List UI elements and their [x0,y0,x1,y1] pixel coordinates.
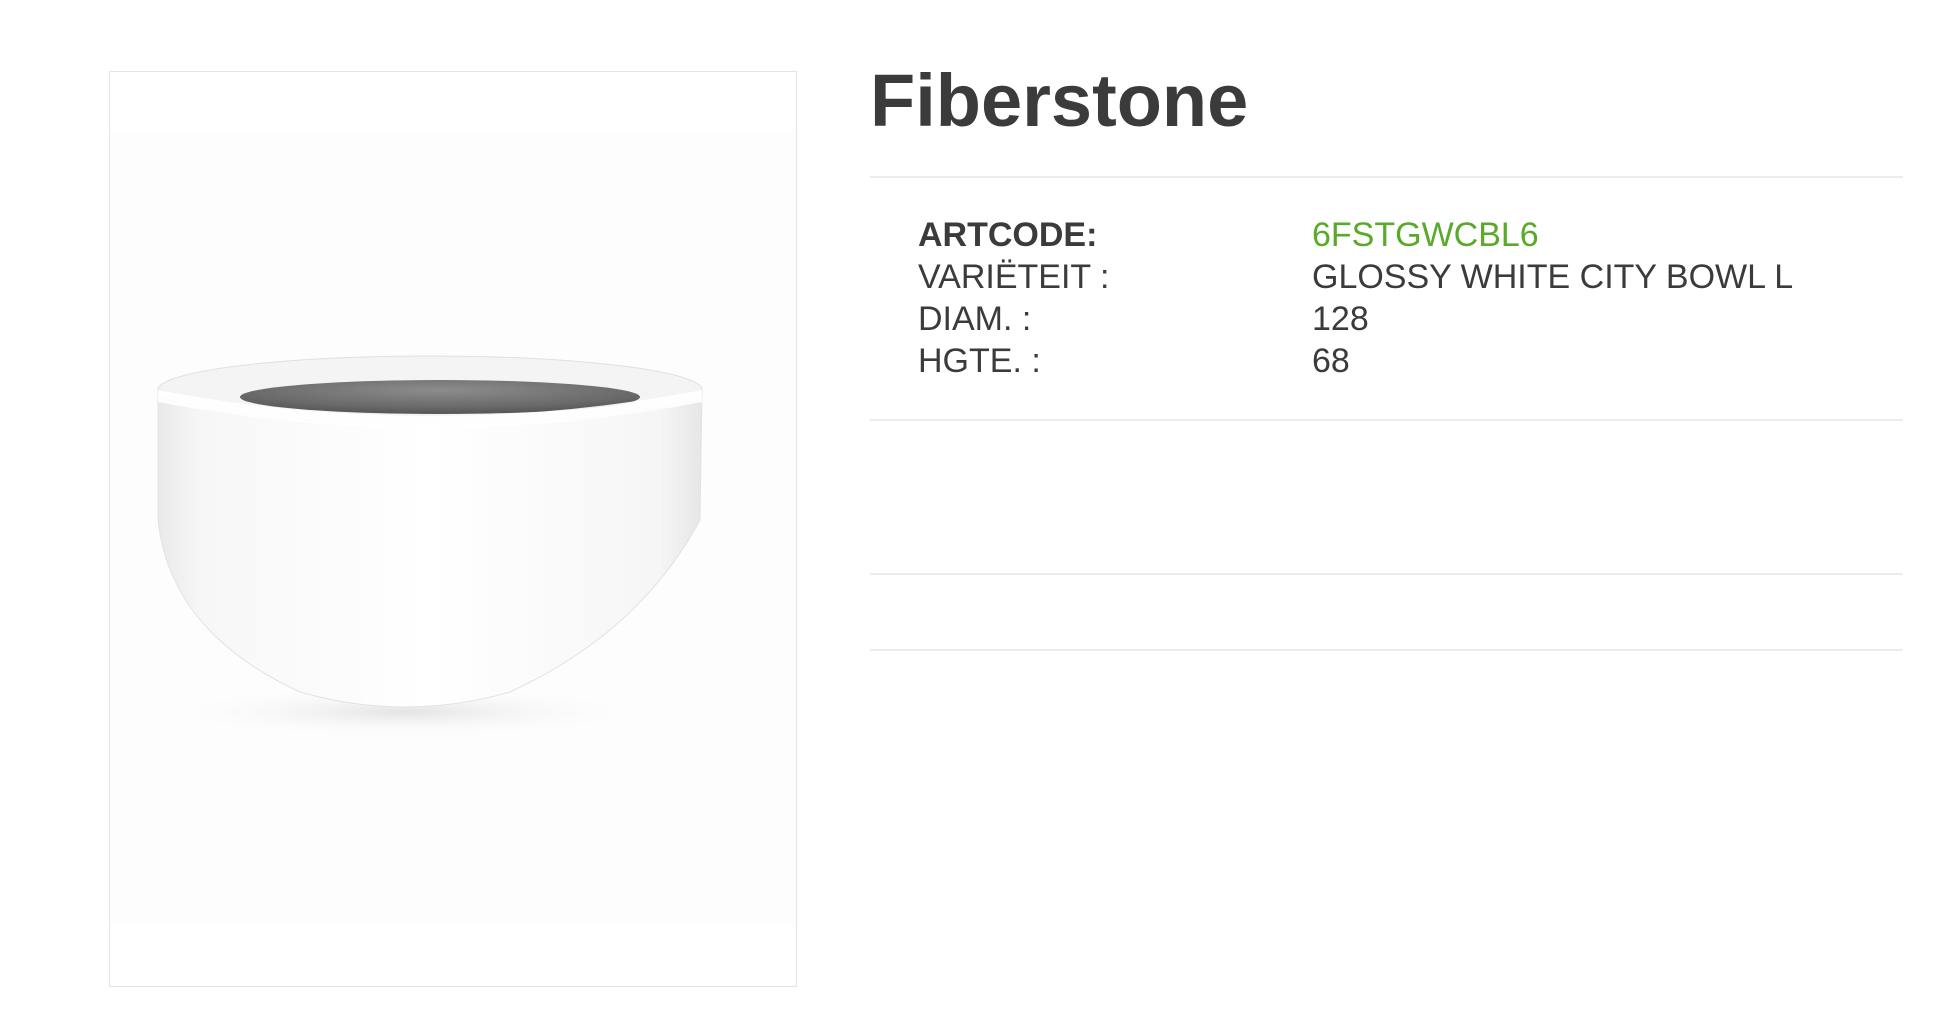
product-image-frame [109,71,797,987]
spec-value-height: 68 [1312,342,1350,380]
product-title: Fiberstone [870,59,1249,142]
spec-label: DIAM. : [918,300,1032,338]
divider [870,649,1903,651]
divider [870,419,1903,421]
spec-label: ARTCODE: [918,216,1098,254]
spec-value-diameter: 128 [1312,300,1369,338]
spec-row-diameter: DIAM. : 128 [918,298,1878,340]
spec-row-height: HGTE. : 68 [918,340,1878,382]
spec-value-artcode: 6FSTGWCBL6 [1312,216,1539,254]
divider [870,573,1903,575]
spec-label: VARIËTEIT : [918,258,1110,296]
spec-row-artcode: ARTCODE: 6FSTGWCBL6 [918,214,1878,256]
divider [870,176,1903,178]
product-image [110,130,796,926]
spec-label: HGTE. : [918,342,1041,380]
spec-row-variety: VARIËTEIT : GLOSSY WHITE CITY BOWL L [918,256,1878,298]
spec-value-variety: GLOSSY WHITE CITY BOWL L [1312,258,1794,296]
spec-table: ARTCODE: 6FSTGWCBL6 VARIËTEIT : GLOSSY W… [918,214,1878,382]
